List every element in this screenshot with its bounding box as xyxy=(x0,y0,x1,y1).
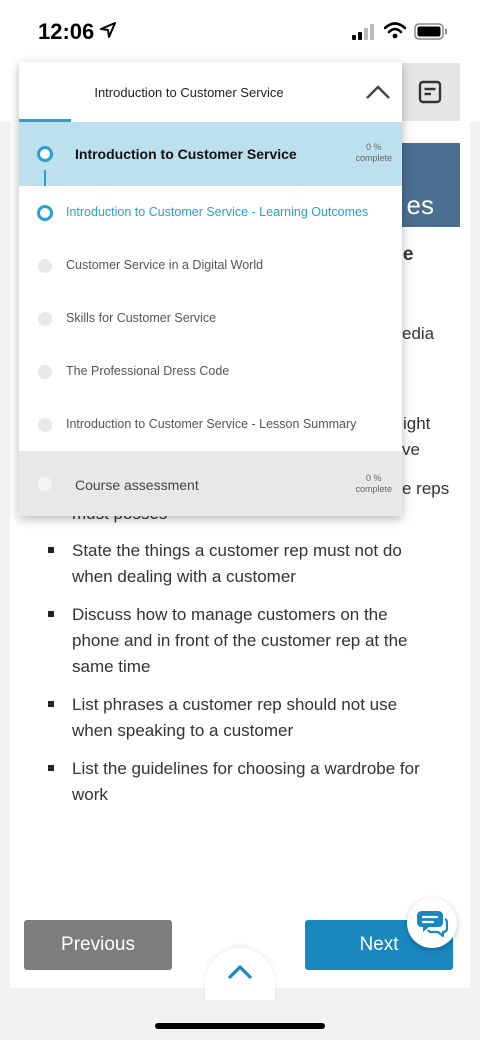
topic-item[interactable]: Introduction to Customer Service - Lesso… xyxy=(19,398,402,451)
status-bar: 12:06 xyxy=(0,0,480,62)
chevron-up-icon[interactable] xyxy=(365,82,391,102)
notes-icon xyxy=(418,80,442,104)
topic-dot-icon xyxy=(38,418,52,432)
topic-item[interactable]: The Professional Dress Code xyxy=(19,345,402,398)
list-item: List phrases a customer rep should not u… xyxy=(46,692,436,744)
course-assessment-row[interactable]: Course assessment 0 % complete xyxy=(19,451,402,516)
battery-icon xyxy=(414,23,447,40)
active-topic-dot-icon xyxy=(37,205,53,221)
list-item: State the things a customer rep must not… xyxy=(46,538,436,590)
cellular-signal-icon xyxy=(352,24,374,40)
content-text-fragment: edia xyxy=(402,324,435,343)
assessment-title: Course assessment xyxy=(75,477,199,493)
home-indicator xyxy=(155,1023,325,1029)
menu-title: Introduction to Customer Service xyxy=(94,85,284,100)
topic-dot-icon xyxy=(38,365,52,379)
topic-item[interactable]: Introduction to Customer Service - Learn… xyxy=(19,186,402,239)
topic-label: Customer Service in a Digital World xyxy=(66,258,264,272)
banner-title-fragment: es xyxy=(406,190,434,220)
chevron-up-icon xyxy=(228,965,252,979)
lesson-progress-pct: 0 % xyxy=(365,142,382,152)
assessment-dot-icon xyxy=(38,477,52,491)
assessment-progress-label: complete xyxy=(355,484,392,494)
assessment-progress: 0 % complete xyxy=(355,473,392,495)
topic-item[interactable]: Customer Service in a Digital World xyxy=(19,239,402,292)
current-lesson-dot-icon xyxy=(37,146,53,162)
lesson-progress-label: complete xyxy=(355,153,392,163)
lesson-title: Introduction to Customer Service xyxy=(75,146,297,162)
topic-dot-icon xyxy=(38,312,52,326)
list-item: List the guidelines for choosing a wardr… xyxy=(46,756,436,808)
lesson-progress: 0 % complete xyxy=(355,142,392,164)
lesson-navigation-menu: Introduction to Customer Service Introdu… xyxy=(19,62,402,516)
topic-dot-icon xyxy=(38,259,52,273)
chat-button[interactable] xyxy=(407,898,457,948)
previous-button[interactable]: Previous xyxy=(24,920,172,970)
list-item: Discuss how to manage customers on the p… xyxy=(46,602,436,680)
topic-label: Skills for Customer Service xyxy=(66,311,217,325)
menu-header[interactable]: Introduction to Customer Service xyxy=(19,62,402,122)
content-text-fragment: e reps xyxy=(402,479,450,498)
content-text-fragment: ve xyxy=(402,440,420,459)
topic-label: Introduction to Customer Service - Lesso… xyxy=(66,417,357,431)
status-time: 12:06 xyxy=(38,19,95,44)
content-text-fragment: ight xyxy=(403,414,431,433)
notes-button[interactable] xyxy=(400,63,460,121)
learning-outcomes-list: State the things a customer rep must not… xyxy=(46,538,436,820)
topic-label: The Professional Dress Code xyxy=(66,364,230,378)
topic-label: Introduction to Customer Service - Learn… xyxy=(66,205,369,219)
topic-item[interactable]: Skills for Customer Service xyxy=(19,292,402,345)
wifi-icon xyxy=(384,22,406,39)
location-arrow-icon xyxy=(100,22,116,38)
assessment-progress-pct: 0 % xyxy=(365,473,382,483)
chat-bubbles-icon xyxy=(417,911,448,938)
lesson-row-current[interactable]: Introduction to Customer Service 0 % com… xyxy=(19,122,402,186)
